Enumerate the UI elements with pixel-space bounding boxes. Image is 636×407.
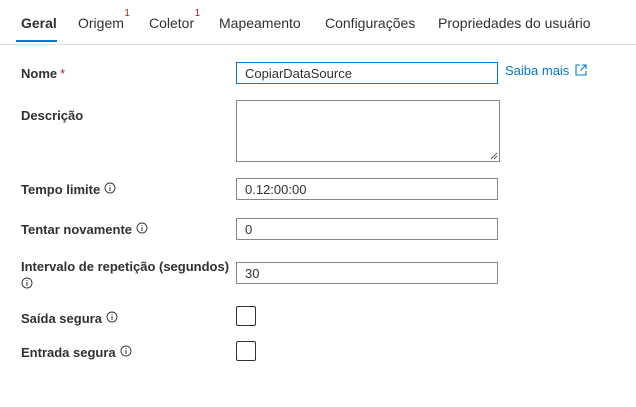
secure-input-checkbox[interactable] xyxy=(236,341,256,361)
info-icon[interactable] xyxy=(136,222,148,234)
secure-input-label: Entrada segura xyxy=(21,345,132,360)
description-label-text: Descrição xyxy=(21,108,84,123)
retry-interval-label: Intervalo de repetição (segundos) xyxy=(21,259,229,274)
tab-label: Origem xyxy=(78,15,124,31)
secure-input-label-text: Entrada segura xyxy=(21,345,116,360)
timeout-label: Tempo limite xyxy=(21,182,116,197)
info-icon[interactable] xyxy=(104,182,116,194)
secure-output-label: Saída segura xyxy=(21,311,118,326)
name-label-text: Nome xyxy=(21,66,58,81)
info-icon[interactable] xyxy=(21,277,33,289)
description-textarea[interactable] xyxy=(236,100,500,162)
required-marker: * xyxy=(60,66,66,81)
timeout-label-text: Tempo limite xyxy=(21,182,101,197)
description-label: Descrição xyxy=(21,108,83,123)
retry-label-text: Tentar novamente xyxy=(21,222,133,237)
tab-mapeamento[interactable]: Mapeamento xyxy=(219,15,301,31)
active-tab-indicator xyxy=(16,40,57,42)
tab-label: Configurações xyxy=(325,15,416,31)
name-input[interactable] xyxy=(236,62,498,84)
tab-origem[interactable]: Origem 1 xyxy=(78,8,130,31)
external-link-icon xyxy=(575,64,587,76)
tab-coletor[interactable]: Coletor 1 xyxy=(149,8,200,31)
tab-label: Propriedades do usuário xyxy=(438,15,591,31)
tab-label: Geral xyxy=(21,15,57,31)
tab-configuracoes[interactable]: Configurações xyxy=(325,15,415,31)
info-icon[interactable] xyxy=(120,345,132,357)
error-badge: 1 xyxy=(194,8,201,19)
tab-propriedades-usuario[interactable]: Propriedades do usuário xyxy=(438,15,591,31)
retry-label: Tentar novamente xyxy=(21,222,148,237)
retry-interval-label-text: Intervalo de repetição (segundos) xyxy=(21,259,230,274)
learn-more-text: Saiba mais xyxy=(505,63,570,78)
retry-input[interactable] xyxy=(236,218,498,240)
retry-interval-input[interactable] xyxy=(236,262,498,284)
info-icon[interactable] xyxy=(106,311,118,323)
error-badge: 1 xyxy=(124,8,130,19)
tab-bar: Geral Origem 1 Coletor 1 Mapeamento Config… xyxy=(0,0,636,45)
tab-label: Coletor xyxy=(149,15,195,31)
timeout-input[interactable] xyxy=(236,178,498,200)
resize-grip-icon[interactable] xyxy=(490,152,498,160)
secure-output-label-text: Saída segura xyxy=(21,311,102,326)
tab-label: Mapeamento xyxy=(219,15,301,31)
tab-geral[interactable]: Geral xyxy=(21,15,57,31)
name-label: Nome * xyxy=(21,66,65,81)
secure-output-checkbox[interactable] xyxy=(236,306,256,326)
learn-more-link[interactable]: Saiba mais xyxy=(505,63,587,78)
